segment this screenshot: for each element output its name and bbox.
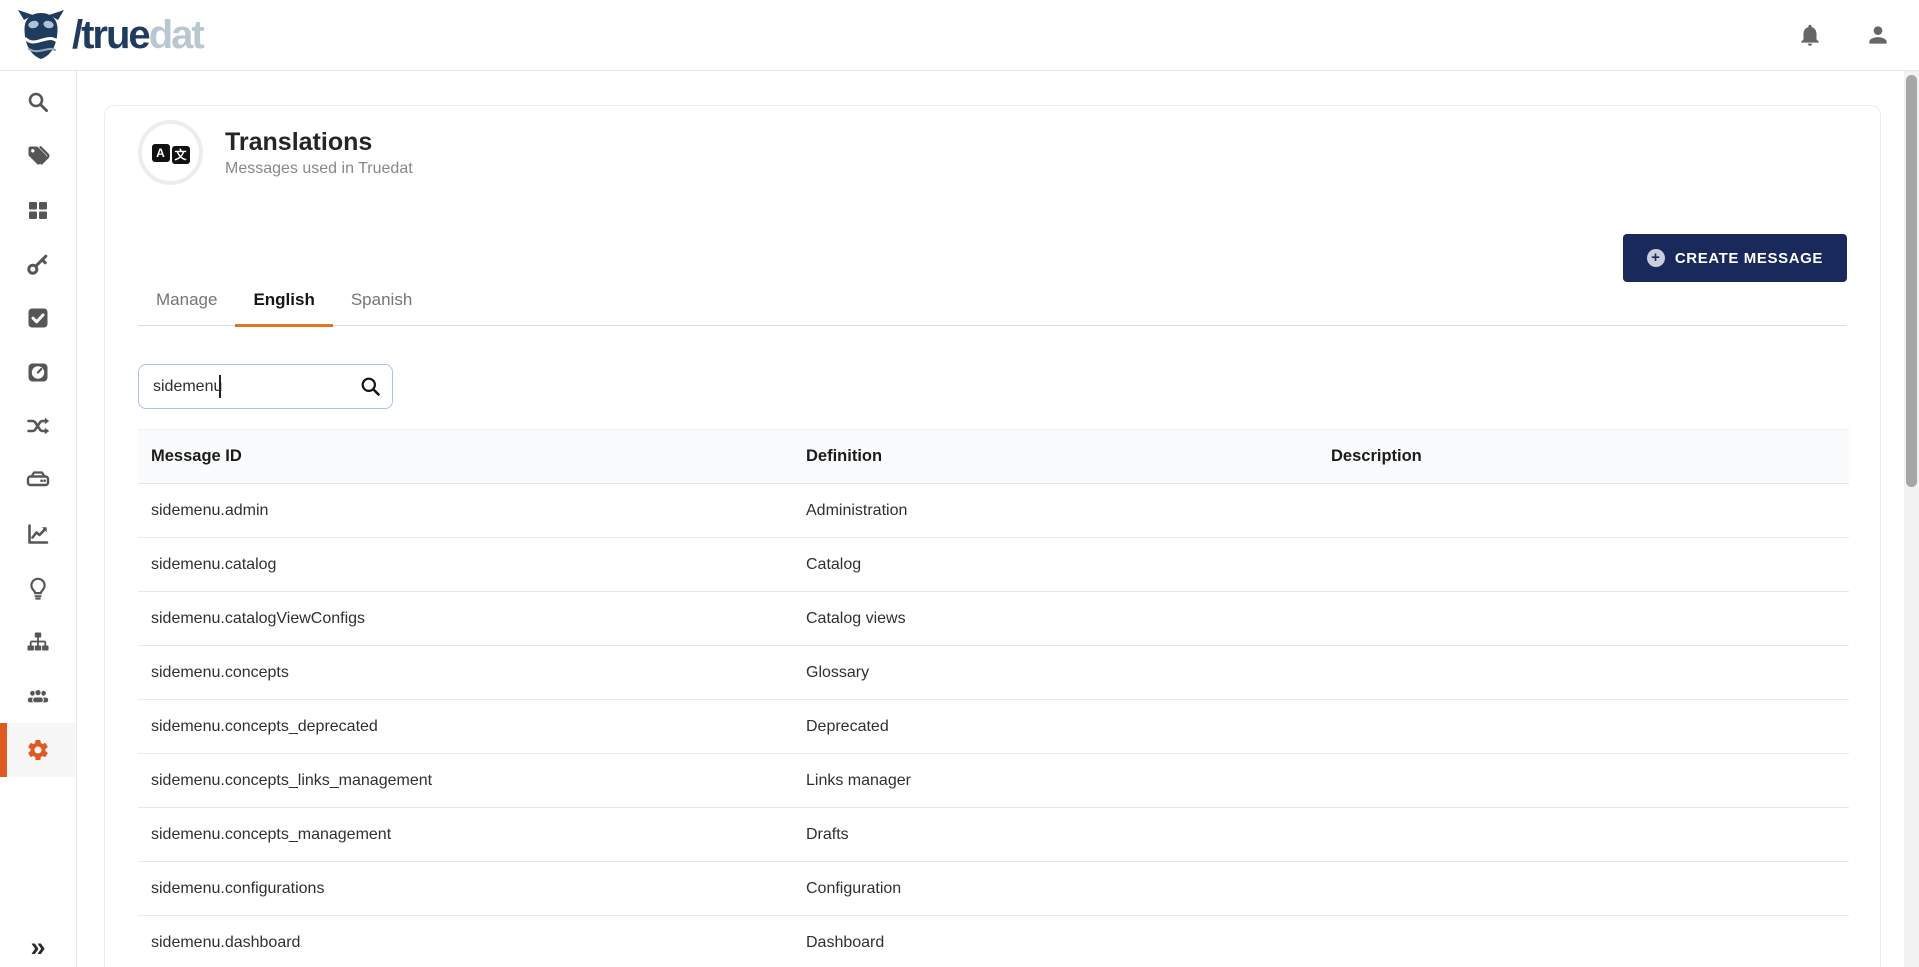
page-subtitle: Messages used in Truedat (225, 160, 413, 178)
key-icon (26, 252, 50, 276)
sidebar-item-lineage[interactable] (0, 399, 76, 453)
cell-message-id: sidemenu.admin (138, 502, 793, 520)
cell-message-id: sidemenu.concepts_deprecated (138, 718, 793, 736)
sidebar-item-ideas[interactable] (0, 561, 76, 615)
cell-definition: Catalog views (793, 610, 1318, 628)
scrollbar-thumb[interactable] (1906, 75, 1917, 487)
table-header: Message ID Definition Description (138, 429, 1849, 484)
plus-icon: + (1647, 249, 1665, 267)
sidebar-item-users[interactable] (0, 669, 76, 723)
create-message-label: CREATE MESSAGE (1675, 250, 1823, 267)
sidebar-item-settings[interactable] (0, 723, 76, 777)
translations-card: A 文 Translations Messages used in Trueda… (104, 105, 1881, 967)
topbar-actions (1797, 22, 1919, 48)
sidebar-item-taxonomy[interactable] (0, 615, 76, 669)
main-content: A 文 Translations Messages used in Trueda… (77, 71, 1919, 967)
translate-icon: A 文 (138, 120, 203, 185)
grid-icon (26, 198, 50, 222)
search-input[interactable] (138, 364, 393, 409)
table-row[interactable]: sidemenu.configurationsConfiguration (138, 862, 1849, 916)
table-row[interactable]: sidemenu.concepts_managementDrafts (138, 808, 1849, 862)
notifications-bell-icon[interactable] (1797, 22, 1823, 48)
users-icon (25, 684, 51, 708)
cell-message-id: sidemenu.concepts_links_management (138, 772, 793, 790)
table-row[interactable]: sidemenu.concepts_links_managementLinks … (138, 754, 1849, 808)
table-row[interactable]: sidemenu.conceptsGlossary (138, 646, 1849, 700)
sidebar-expand-chevrons-icon[interactable]: » (0, 934, 76, 961)
shuffle-icon (26, 414, 50, 438)
table-row[interactable]: sidemenu.catalogViewConfigsCatalog views (138, 592, 1849, 646)
text-cursor (219, 375, 221, 398)
sidebar-item-tags[interactable] (0, 129, 76, 183)
logo-text-true: /true (72, 13, 149, 57)
owl-icon (16, 8, 66, 62)
sidebar-item-search[interactable] (0, 75, 76, 129)
gauge-icon (26, 360, 50, 384)
cell-message-id: sidemenu.dashboard (138, 934, 793, 952)
cell-definition: Configuration (793, 880, 1318, 898)
page-header-text: Translations Messages used in Truedat (225, 127, 413, 178)
translate-icon-a: A (152, 144, 170, 162)
column-header-description: Description (1318, 447, 1849, 466)
sidebar-item-quality[interactable] (0, 345, 76, 399)
table-row[interactable]: sidemenu.dashboardDashboard (138, 916, 1849, 967)
search-row (138, 364, 1847, 409)
tab-spanish[interactable]: Spanish (333, 284, 430, 325)
user-profile-icon[interactable] (1865, 22, 1891, 48)
cell-message-id: sidemenu.catalogViewConfigs (138, 610, 793, 628)
cell-message-id: sidemenu.configurations (138, 880, 793, 898)
cell-definition: Links manager (793, 772, 1318, 790)
cell-definition: Catalog (793, 556, 1318, 574)
sidebar-item-systems[interactable] (0, 453, 76, 507)
search-icon (26, 90, 50, 114)
topbar: /truedat (0, 0, 1919, 71)
column-header-message-id: Message ID (138, 447, 793, 466)
tags-icon (26, 144, 50, 168)
messages-table: Message ID Definition Description sideme… (138, 429, 1849, 967)
sidebar: » (0, 71, 77, 967)
tabs: Manage English Spanish (138, 284, 1847, 326)
check-square-icon (26, 306, 50, 330)
app-logo[interactable]: /truedat (0, 8, 203, 62)
table-row[interactable]: sidemenu.adminAdministration (138, 484, 1849, 538)
table-row[interactable]: sidemenu.catalogCatalog (138, 538, 1849, 592)
cell-definition: Administration (793, 502, 1318, 520)
cell-message-id: sidemenu.concepts (138, 664, 793, 682)
line-chart-icon (26, 522, 50, 546)
gear-icon (26, 738, 50, 762)
page-title: Translations (225, 127, 413, 157)
logo-wordmark: /truedat (72, 15, 203, 55)
cell-definition: Dashboard (793, 934, 1318, 952)
search-wrap (138, 364, 393, 409)
cell-message-id: sidemenu.catalog (138, 556, 793, 574)
table-row[interactable]: sidemenu.concepts_deprecatedDeprecated (138, 700, 1849, 754)
create-message-button[interactable]: + CREATE MESSAGE (1623, 234, 1847, 282)
server-icon (26, 468, 50, 492)
scrollbar-track[interactable] (1904, 71, 1919, 967)
tab-manage[interactable]: Manage (138, 284, 235, 325)
sidebar-item-dashboards[interactable] (0, 507, 76, 561)
sitemap-icon (26, 630, 50, 654)
actions-row: + CREATE MESSAGE (138, 234, 1847, 282)
cell-message-id: sidemenu.concepts_management (138, 826, 793, 844)
translate-icon-char: 文 (172, 146, 190, 164)
logo-text-dat: dat (149, 13, 203, 57)
magnifier-icon[interactable] (360, 376, 381, 397)
lightbulb-icon (26, 576, 50, 600)
sidebar-item-rules[interactable] (0, 291, 76, 345)
cell-definition: Deprecated (793, 718, 1318, 736)
cell-definition: Glossary (793, 664, 1318, 682)
sidebar-item-catalog[interactable] (0, 183, 76, 237)
tab-english[interactable]: English (235, 284, 332, 325)
table-body: sidemenu.adminAdministrationsidemenu.cat… (138, 484, 1849, 967)
page-header: A 文 Translations Messages used in Trueda… (138, 120, 1847, 185)
column-header-definition: Definition (793, 447, 1318, 466)
cell-definition: Drafts (793, 826, 1318, 844)
sidebar-item-permissions[interactable] (0, 237, 76, 291)
